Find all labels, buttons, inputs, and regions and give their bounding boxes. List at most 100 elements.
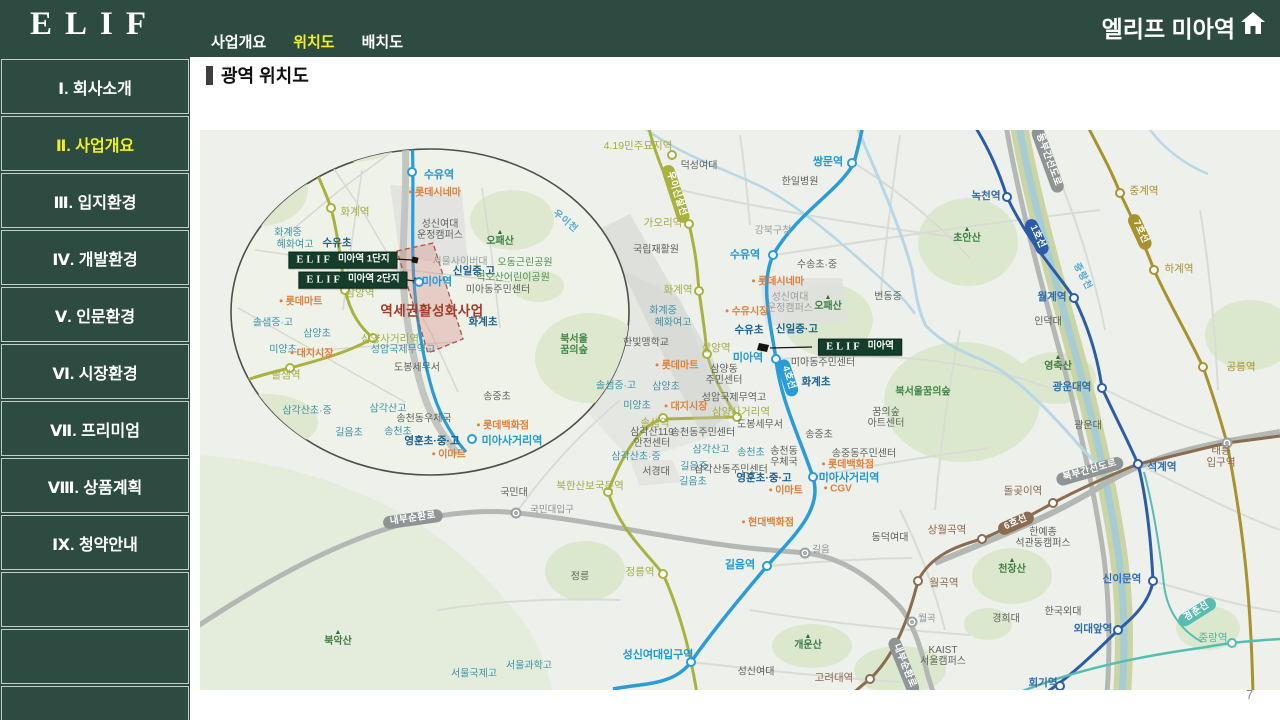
map-label: 성신여대 운정캠퍼스 (767, 291, 813, 314)
elif-logo: ELIF (306, 274, 343, 286)
map-label: 국립재활원 (633, 244, 679, 256)
map-label: ▲ 오패산 (486, 229, 514, 247)
map-label: 수송초·중 (796, 259, 838, 271)
map-label: 미양초 (623, 400, 651, 412)
map-label: 대지시장 (665, 401, 708, 412)
station-marker (1148, 576, 1158, 586)
sidebar-item[interactable]: Ⅸ. 청약안내 (1, 515, 189, 570)
map-label: 국민대 (500, 487, 528, 499)
nav-item[interactable]: 위치도 (293, 31, 334, 52)
map-label: 회기역 (1028, 677, 1058, 690)
nav-item[interactable]: 배치도 (362, 31, 403, 52)
station-marker (847, 158, 857, 168)
map-label: 덕성여대 (680, 160, 718, 172)
map-label: 월곡역 (929, 577, 959, 590)
map-label: 녹천역 (971, 190, 1001, 203)
location-map: 덕성여대 쌍문역 4.19민주묘지역 우이신설선 가오리역 한일병원 강북구청 국립재활원 수유… (200, 130, 1280, 690)
sidebar-item[interactable]: Ⅰ. 회사소개 (1, 59, 189, 114)
interchange-marker (1221, 437, 1233, 449)
map-label: 송천초 (737, 447, 765, 459)
station-marker (1227, 638, 1237, 648)
map-label: 솔샘중·고 (252, 317, 294, 329)
page-title: 광역 위치도 (221, 66, 309, 86)
mountain-label: 개운산 (794, 639, 822, 651)
mountain-label: 초안산 (953, 232, 981, 244)
sidebar-item[interactable] (1, 686, 189, 720)
map-label: 도봉세무서 (394, 362, 440, 374)
elif-label: ELIF 미아역 1단지 (288, 251, 398, 269)
map-label: 송중초 (483, 391, 511, 403)
map-label: 수유초 (322, 237, 352, 250)
map-label: 롯데백화점 (822, 459, 874, 470)
sidebar-item[interactable]: Ⅱ. 사업개요 (1, 116, 189, 171)
map-label: 미양초 (269, 344, 297, 356)
mountain-label: 북악산 (324, 635, 352, 647)
station-marker (702, 349, 712, 359)
map-label: 수유역 (423, 168, 455, 181)
map-label: 신일중·고 (452, 265, 496, 278)
map-label: 가오리역 (643, 217, 683, 230)
map-label: 미아동주민센터 (465, 284, 531, 296)
elif-label: ELIF 미아역 2단지 (298, 271, 408, 289)
map-label: ▲ 초안산 (953, 226, 981, 244)
map-label: 신일중·고 (775, 323, 819, 336)
station-marker (684, 219, 694, 229)
map-label: ▲ 개운산 (794, 633, 822, 651)
map-label: 경희대 (992, 613, 1020, 625)
map-label: 롯데시네마 (752, 276, 804, 287)
map-label: ▲ 천장산 (998, 557, 1026, 575)
sidebar-item[interactable]: Ⅲ. 입지환경 (1, 173, 189, 228)
elif-logo: ELIF (296, 254, 333, 266)
map-label: 4호선 (776, 357, 800, 399)
interchange-marker (510, 507, 522, 519)
sidebar-item[interactable] (1, 572, 189, 627)
map-label: 롯데마트 (656, 360, 699, 371)
map-label: 중랑역 (1198, 632, 1228, 645)
map-label: 미아역 (732, 351, 764, 364)
map-label: 송천동 우체국 (770, 445, 798, 468)
map-label: 1호선 (1023, 216, 1051, 258)
map-label: 오동근린공원 (497, 257, 553, 269)
map-label: 서경대 (642, 466, 670, 478)
map-label: 혜화여고 (654, 317, 692, 329)
sidebar-item[interactable]: Ⅳ. 개발환경 (1, 230, 189, 285)
map-label: ▲ 영축산 (1044, 354, 1072, 372)
map-label: 동부간선도로 (1030, 130, 1066, 195)
sidebar-item[interactable] (1, 629, 189, 684)
map-label: 쌍문역 (812, 155, 844, 168)
header-bar: ELIF 사업개요 위치도 배치도 엘리프 미아역 (0, 0, 1280, 57)
sidebar-item[interactable]: Ⅷ. 상품계획 (1, 458, 189, 513)
station-marker (762, 561, 772, 571)
map-label: 송중동주민센터 (831, 448, 897, 460)
map-label: 4.19민주묘지역 (603, 140, 673, 153)
mountain-label: 오패산 (486, 235, 514, 247)
mountain-label: 천장산 (998, 563, 1026, 575)
map-label: 월계역 (1037, 291, 1067, 304)
map-label: 솔샘중·고 (595, 380, 637, 392)
mountain-icon: ▲ (1008, 556, 1016, 564)
home-icon[interactable] (1240, 11, 1266, 35)
mountain-label: 영축산 (1044, 360, 1072, 372)
station-marker (686, 657, 696, 667)
sidebar: Ⅰ. 회사소개 Ⅱ. 사업개요 Ⅲ. 입지환경 Ⅳ. 개발환경 Ⅴ. 인문환경 Ⅵ. 시장… (0, 57, 190, 720)
nav-item[interactable]: 사업개요 (211, 31, 266, 52)
map-label: 동덕여대 (871, 532, 909, 544)
station-marker (285, 363, 295, 373)
station-marker (1097, 383, 1107, 393)
map-label: 롯데백화점 (477, 420, 529, 431)
map-label: 길음초 (335, 427, 363, 439)
map-label: 7호선 (1126, 211, 1154, 253)
map-label: 공릉역 (1226, 361, 1256, 374)
map-label: 내부순환로 (886, 635, 922, 690)
sidebar-item[interactable]: Ⅶ. 프리미엄 (1, 401, 189, 456)
map-label: 삼양동 주민센터 (705, 363, 743, 386)
map-label: 우이천 (550, 207, 581, 235)
map-label: 길음초 (679, 476, 707, 488)
map-label: 미아사거리역 (481, 434, 543, 447)
sidebar-item[interactable]: Ⅵ. 시장환경 (1, 344, 189, 399)
station-marker (1115, 188, 1125, 198)
sidebar-item[interactable]: Ⅴ. 인문환경 (1, 287, 189, 342)
mountain-icon: ▲ (496, 228, 504, 236)
map-label: 고려대역 (814, 672, 854, 685)
station-marker (1198, 362, 1208, 372)
